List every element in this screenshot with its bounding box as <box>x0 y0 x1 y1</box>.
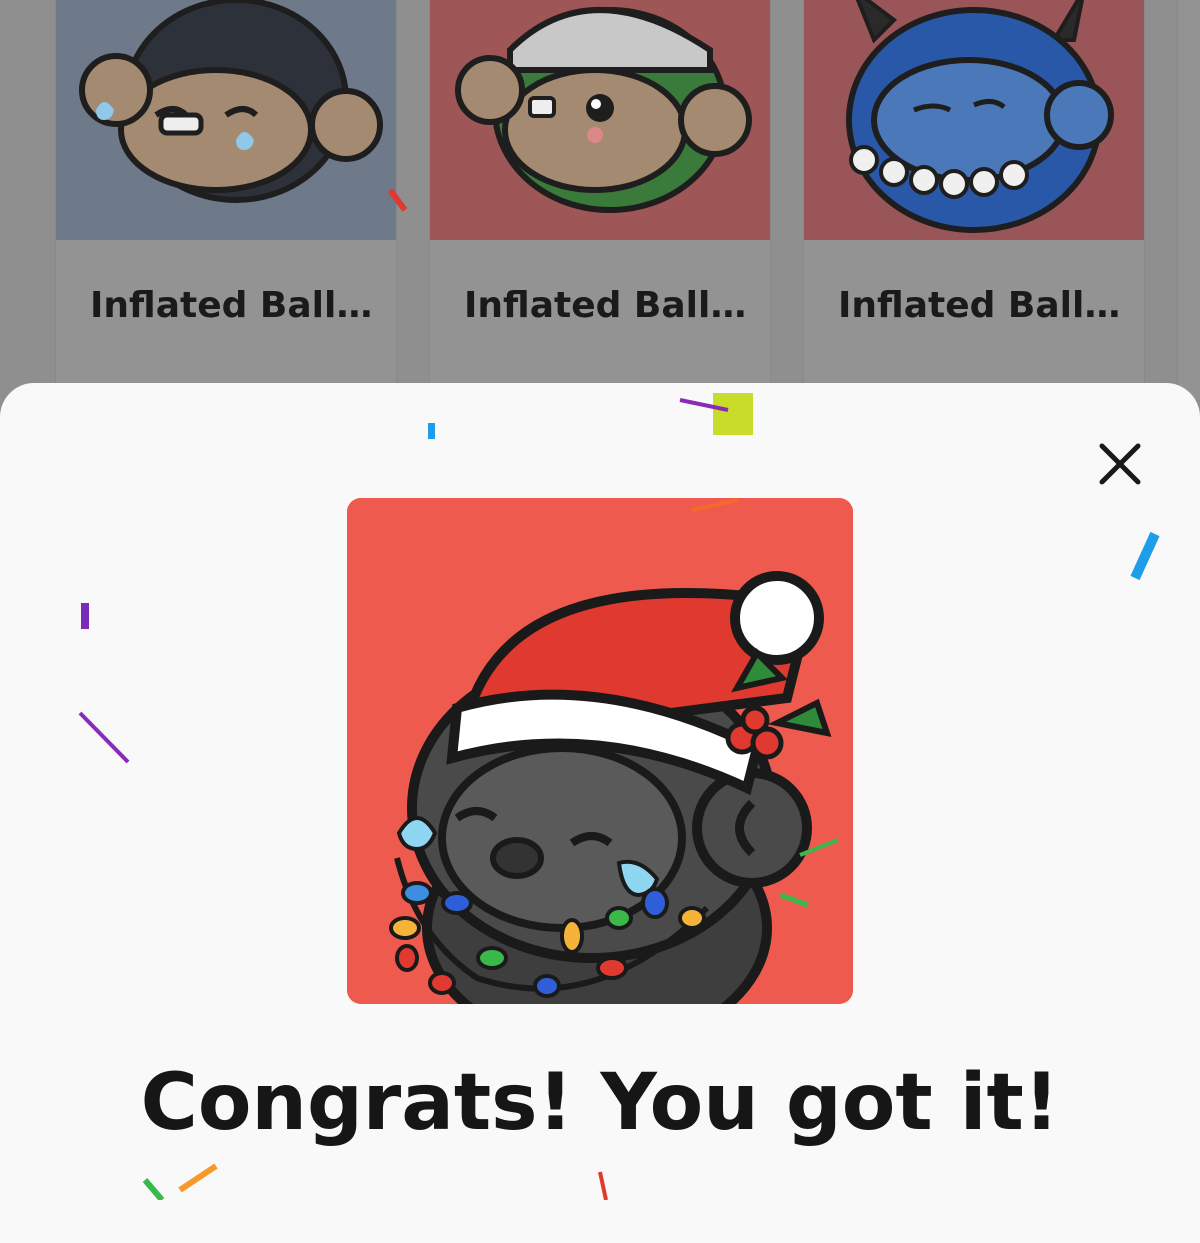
close-icon <box>1099 443 1141 485</box>
nft-thumbnail <box>430 0 770 240</box>
nft-title: Inflated Ball… <box>90 285 373 326</box>
close-button[interactable] <box>1094 438 1146 490</box>
nft-card[interactable]: Inflated Ball… <box>430 0 770 400</box>
nft-card-partial[interactable] <box>1178 0 1200 400</box>
reward-image <box>347 498 853 1004</box>
congrats-title: Congrats! You got it! <box>140 1058 1060 1148</box>
nft-card[interactable]: Inflated Ball… <box>804 0 1144 400</box>
monkey-santa-illustration <box>347 498 853 1004</box>
collection-grid: Inflated Ball… Inflated Ball… Inflated B… <box>0 0 1200 400</box>
nft-title: Inflated Ball… <box>838 285 1121 326</box>
nft-thumbnail <box>56 0 396 240</box>
nft-card[interactable]: Inflated Ball… <box>56 0 396 400</box>
nft-thumbnail <box>804 0 1144 240</box>
nft-title: Inflated Ball… <box>464 285 747 326</box>
